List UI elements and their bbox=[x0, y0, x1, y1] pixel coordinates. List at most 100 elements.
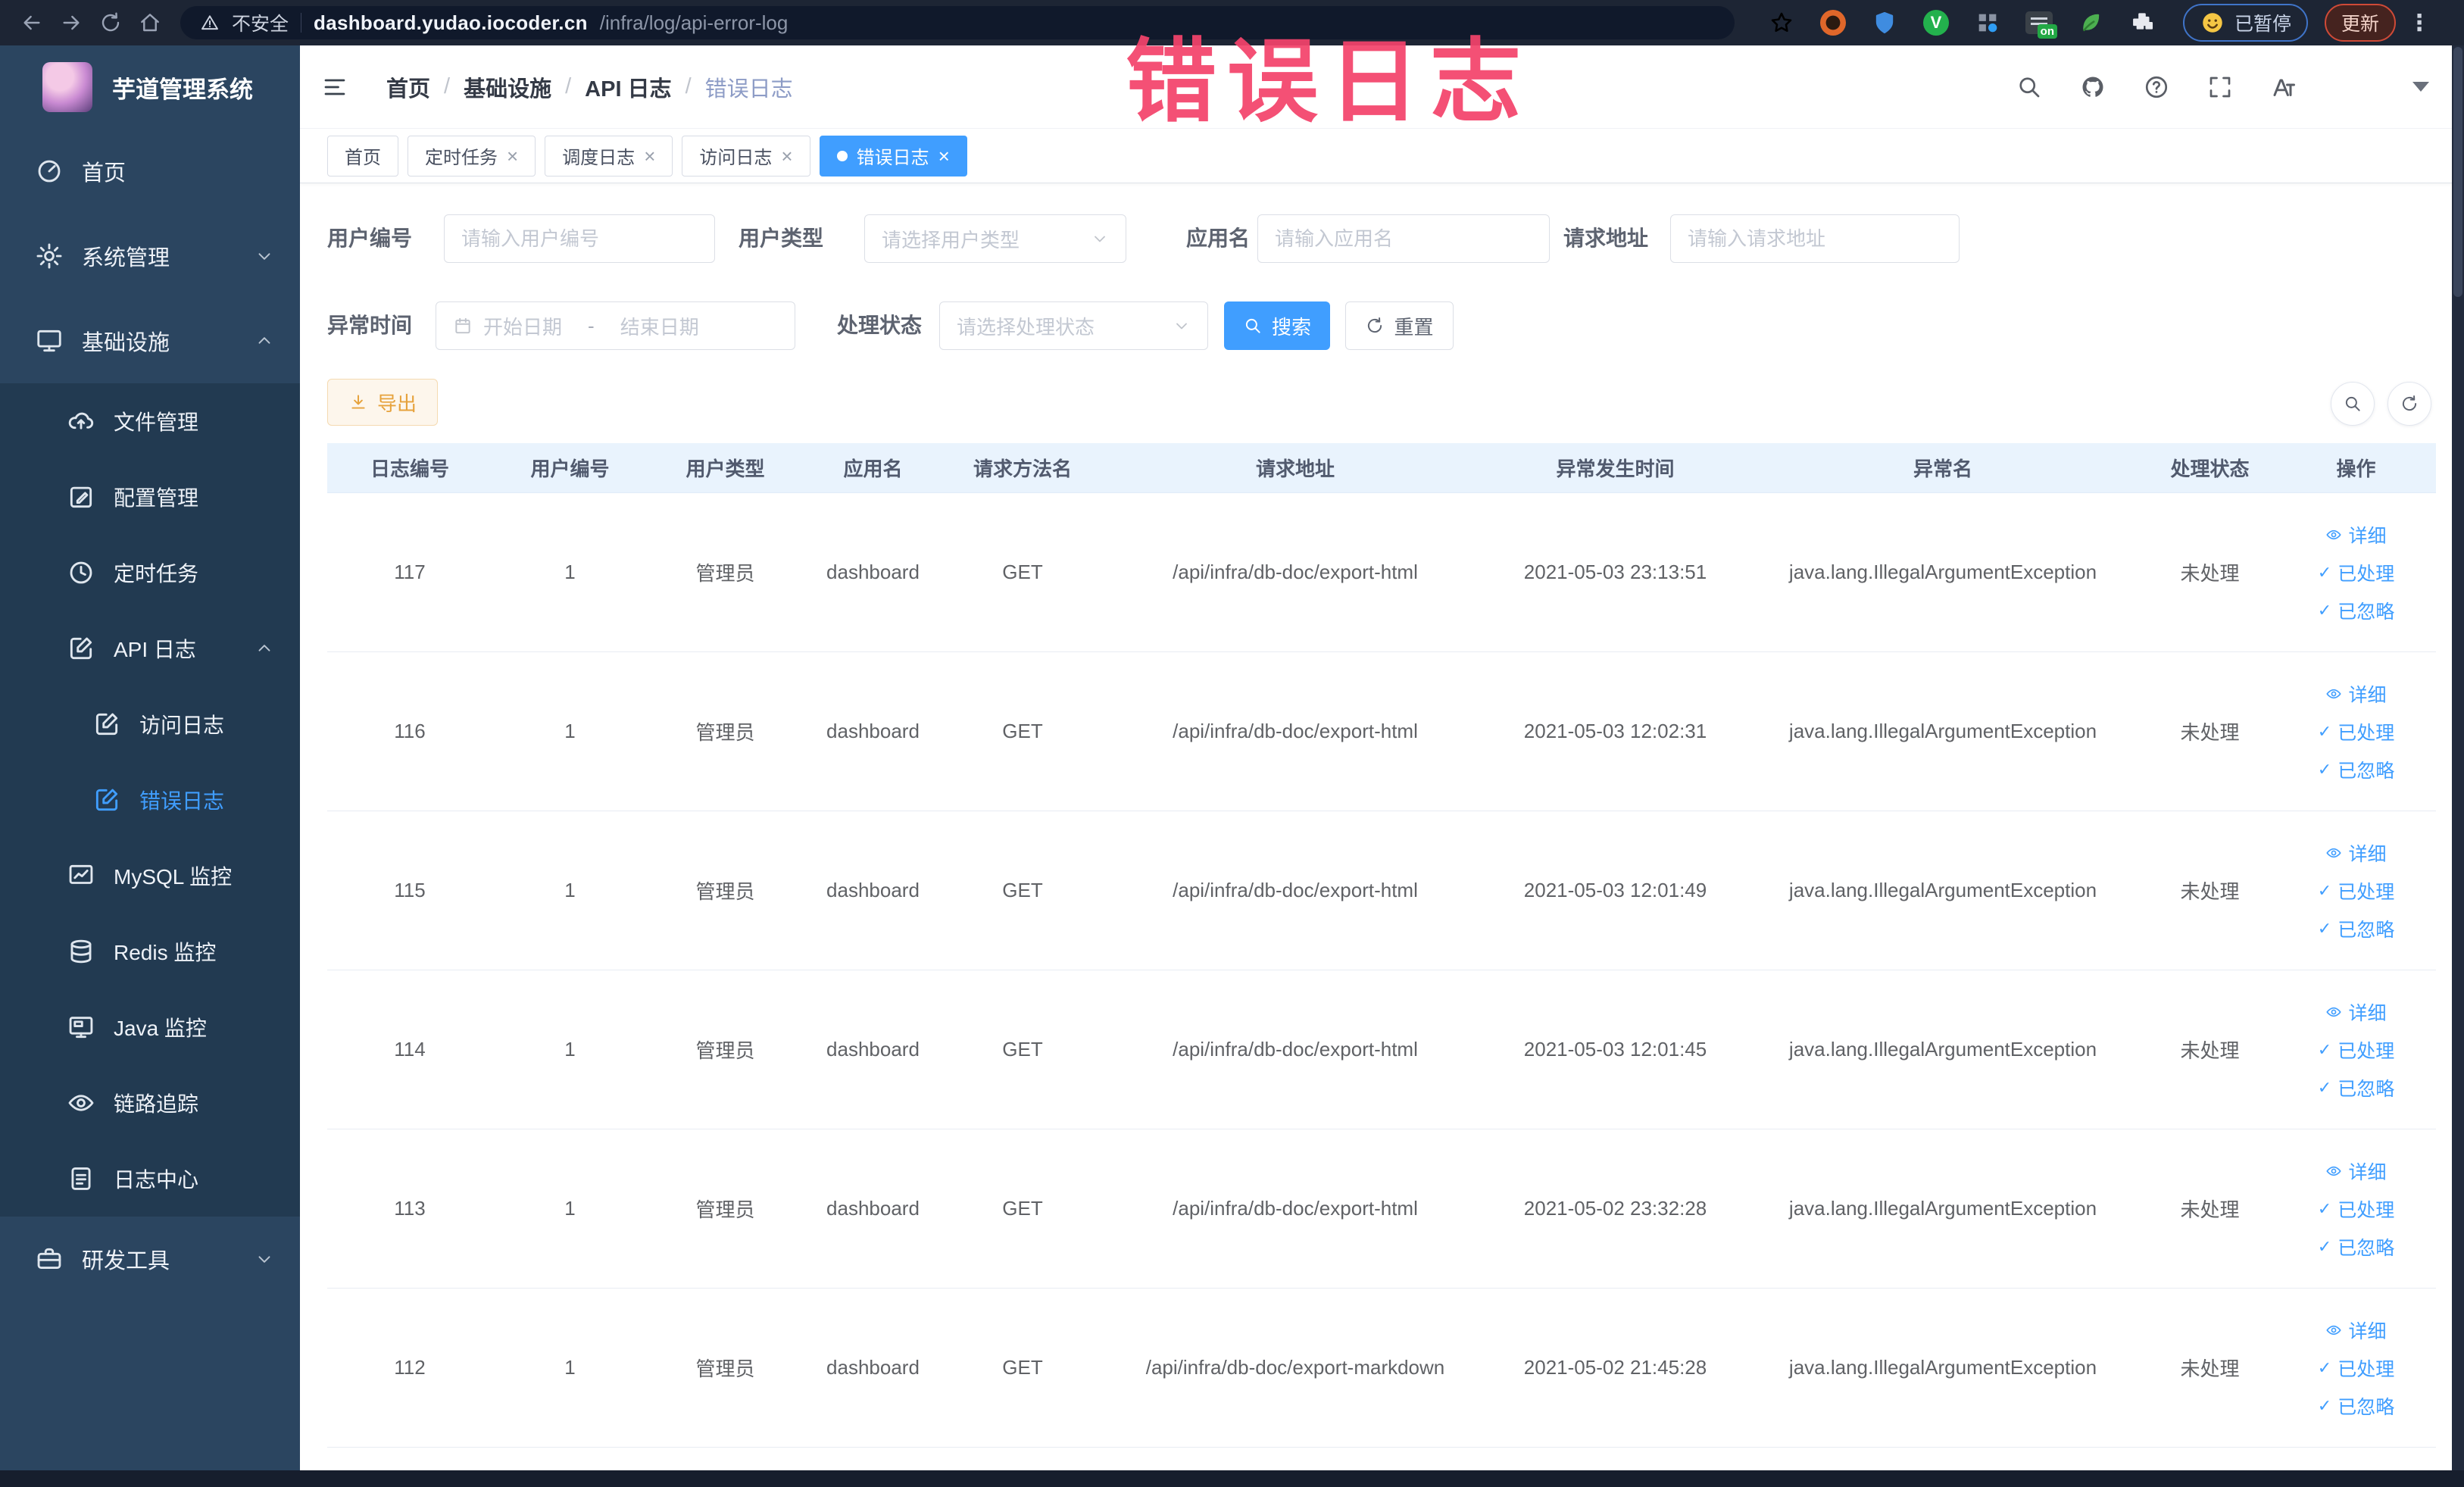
cell-actions: 详细 ✓ 已处理 ✓ 已忽略 bbox=[2276, 1289, 2436, 1447]
sidebar-item-error-log[interactable]: 错误日志 bbox=[0, 762, 300, 838]
extension-on-icon[interactable]: on bbox=[2024, 8, 2057, 39]
cell-user-type: 管理员 bbox=[695, 1198, 755, 1221]
sidebar-item-trace[interactable]: 链路追踪 bbox=[0, 1065, 300, 1141]
cell-app-name: dashboard bbox=[826, 1197, 920, 1220]
cell-exception-time: 2021-05-02 21:45:28 bbox=[1523, 1356, 1707, 1379]
detail-link[interactable]: 详细 bbox=[2325, 1157, 2387, 1185]
sidebar-item-config[interactable]: 配置管理 bbox=[0, 459, 300, 535]
processed-link[interactable]: ✓ 已处理 bbox=[2318, 1354, 2394, 1382]
home-icon[interactable] bbox=[130, 6, 170, 39]
detail-link[interactable]: 详细 bbox=[2325, 521, 2387, 548]
sidebar-item-access-log[interactable]: 访问日志 bbox=[0, 686, 300, 762]
sidebar-item-devtools[interactable]: 研发工具 bbox=[0, 1217, 300, 1301]
cell-log-id: 117 bbox=[394, 561, 426, 583]
ignored-link[interactable]: ✓ 已忽略 bbox=[2318, 756, 2394, 783]
forward-icon[interactable] bbox=[52, 6, 91, 39]
close-icon[interactable]: × bbox=[644, 146, 655, 166]
help-icon[interactable] bbox=[2141, 72, 2172, 102]
breadcrumb-item[interactable]: API 日志 bbox=[585, 71, 671, 103]
tab-错误日志[interactable]: 错误日志 × bbox=[819, 135, 967, 177]
browser-menu-icon[interactable]: ⋮ bbox=[2408, 10, 2431, 36]
chevron-icon bbox=[255, 246, 274, 266]
tab-首页[interactable]: 首页 bbox=[327, 135, 398, 177]
sidebar-item-file[interactable]: 文件管理 bbox=[0, 383, 300, 459]
tab-调度日志[interactable]: 调度日志 × bbox=[545, 135, 673, 177]
collapse-menu-icon[interactable] bbox=[320, 72, 350, 102]
red-annotation: 错误日志 bbox=[1126, 31, 1532, 133]
search-button[interactable]: 搜索 bbox=[1224, 301, 1330, 350]
cell-actions: 详细 ✓ 已处理 ✓ 已忽略 bbox=[2276, 493, 2436, 651]
sidebar: 芋道管理系统 首页 系统管理 基础设施 文件管理 配置管理 定时任务 API 日… bbox=[0, 45, 300, 1470]
close-icon[interactable]: × bbox=[938, 146, 950, 166]
sidebar-item-redis[interactable]: Redis 监控 bbox=[0, 914, 300, 989]
cell-exception-name: java.lang.IllegalArgumentException bbox=[1788, 1038, 2097, 1061]
close-icon[interactable]: × bbox=[507, 146, 518, 166]
cell-request-url: /api/infra/db-doc/export-html bbox=[1173, 561, 1418, 583]
ignored-link[interactable]: ✓ 已忽略 bbox=[2318, 1392, 2394, 1420]
github-icon[interactable] bbox=[2078, 72, 2108, 102]
sidebar-item-home[interactable]: 首页 bbox=[0, 129, 300, 214]
back-icon[interactable] bbox=[12, 6, 52, 39]
toggle-search-button[interactable] bbox=[2331, 382, 2375, 426]
fullscreen-icon[interactable] bbox=[2205, 72, 2235, 102]
sidebar-item-api-log[interactable]: API 日志 bbox=[0, 611, 300, 686]
cell-method: GET bbox=[1002, 1038, 1043, 1061]
processed-link[interactable]: ✓ 已处理 bbox=[2318, 877, 2394, 904]
sidebar-item-mysql[interactable]: MySQL 监控 bbox=[0, 838, 300, 914]
profile-paused-badge[interactable]: 已暂停 bbox=[2183, 4, 2309, 42]
page-scrollbar[interactable] bbox=[2452, 45, 2464, 1470]
close-icon[interactable]: × bbox=[781, 146, 792, 166]
detail-link[interactable]: 详细 bbox=[2325, 998, 2387, 1026]
eye-icon bbox=[2325, 1004, 2342, 1020]
bookmark-star-icon[interactable] bbox=[1766, 8, 1797, 38]
app-logo bbox=[42, 62, 92, 112]
refresh-table-button[interactable] bbox=[2387, 382, 2431, 426]
font-size-icon[interactable] bbox=[2269, 72, 2299, 102]
processed-link[interactable]: ✓ 已处理 bbox=[2318, 1036, 2394, 1064]
sidebar-item-system[interactable]: 系统管理 bbox=[0, 214, 300, 298]
process-status-select[interactable]: 请选择处理状态 bbox=[939, 301, 1208, 350]
date-range-picker[interactable]: 开始日期 - 结束日期 bbox=[436, 301, 795, 350]
app-name-input[interactable] bbox=[1257, 214, 1550, 263]
ignored-link[interactable]: ✓ 已忽略 bbox=[2318, 597, 2394, 624]
user-id-input[interactable] bbox=[444, 214, 715, 263]
processed-link[interactable]: ✓ 已处理 bbox=[2318, 559, 2394, 586]
scrollbar-thumb[interactable] bbox=[2453, 47, 2462, 297]
app-logo-row[interactable]: 芋道管理系统 bbox=[0, 45, 300, 129]
cell-app-name: dashboard bbox=[826, 720, 920, 742]
export-button[interactable]: 导出 bbox=[327, 379, 438, 426]
extension-blue-icon[interactable] bbox=[1869, 8, 1900, 38]
extensions-puzzle-icon[interactable] bbox=[2127, 8, 2157, 38]
cell-log-id: 112 bbox=[394, 1356, 426, 1379]
user-type-select[interactable]: 请选择用户类型 bbox=[864, 214, 1126, 263]
detail-link[interactable]: 详细 bbox=[2325, 1317, 2387, 1344]
detail-link[interactable]: 详细 bbox=[2325, 839, 2387, 867]
sidebar-item-infra[interactable]: 基础设施 bbox=[0, 298, 300, 383]
reload-icon[interactable] bbox=[91, 6, 130, 39]
breadcrumb-item[interactable]: 首页 bbox=[386, 71, 430, 103]
breadcrumb-item[interactable]: 基础设施 bbox=[464, 71, 551, 103]
cell-exception-name: java.lang.IllegalArgumentException bbox=[1788, 720, 2097, 742]
ignored-link[interactable]: ✓ 已忽略 bbox=[2318, 1074, 2394, 1101]
search-icon[interactable] bbox=[2014, 72, 2044, 102]
extension-grid-icon[interactable] bbox=[1972, 8, 2003, 38]
ignored-link[interactable]: ✓ 已忽略 bbox=[2318, 915, 2394, 942]
extension-green-icon[interactable]: V bbox=[1921, 8, 1951, 38]
tab-定时任务[interactable]: 定时任务 × bbox=[408, 135, 536, 177]
processed-link[interactable]: ✓ 已处理 bbox=[2318, 718, 2394, 745]
avatar[interactable] bbox=[2332, 64, 2379, 111]
cell-method: GET bbox=[1002, 879, 1043, 901]
user-menu-caret-icon[interactable] bbox=[2412, 82, 2429, 92]
extension-orange-icon[interactable] bbox=[1818, 8, 1848, 38]
tab-访问日志[interactable]: 访问日志 × bbox=[682, 135, 810, 177]
ignored-link[interactable]: ✓ 已忽略 bbox=[2318, 1233, 2394, 1261]
reset-button[interactable]: 重置 bbox=[1345, 301, 1454, 350]
sidebar-item-log-center[interactable]: 日志中心 bbox=[0, 1141, 300, 1217]
processed-link[interactable]: ✓ 已处理 bbox=[2318, 1195, 2394, 1223]
sidebar-item-java[interactable]: Java 监控 bbox=[0, 989, 300, 1065]
update-button[interactable]: 更新 bbox=[2325, 4, 2397, 42]
sidebar-item-job[interactable]: 定时任务 bbox=[0, 535, 300, 611]
extension-leaf-icon[interactable] bbox=[2075, 8, 2106, 38]
request-url-input[interactable] bbox=[1670, 214, 1960, 263]
detail-link[interactable]: 详细 bbox=[2325, 680, 2387, 708]
